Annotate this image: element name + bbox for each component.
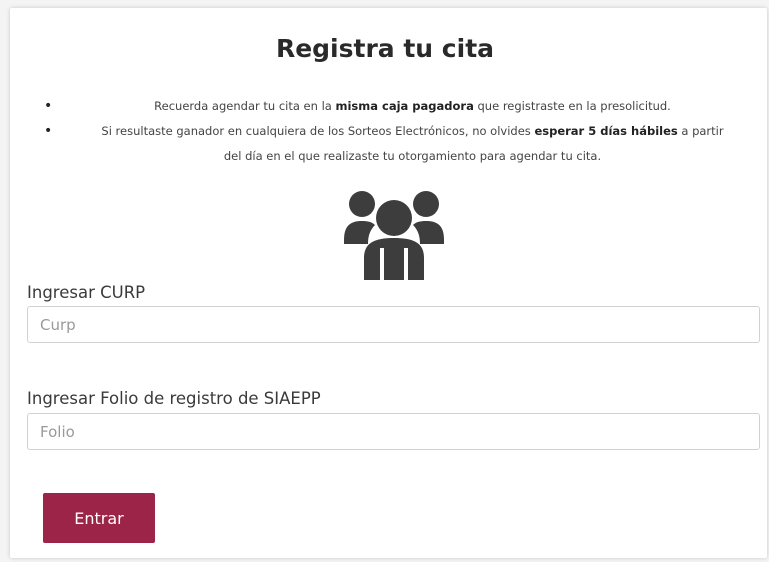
curp-input[interactable]	[27, 306, 760, 343]
page-title: Registra tu cita	[275, 34, 495, 63]
folio-input[interactable]	[27, 413, 760, 450]
folio-label: Ingresar Folio de registro de SIAEPP	[27, 389, 321, 408]
notice-text-bold: esperar 5 días hábiles	[534, 124, 678, 138]
notice-text-bold: misma caja pagadora	[335, 99, 474, 113]
notice-list: • Recuerda agendar tu cita en la misma c…	[40, 94, 740, 169]
bullet-dot: •	[44, 98, 53, 114]
notice-text-pre: Recuerda agendar tu cita en la	[154, 99, 336, 113]
notice-text-post: que registraste en la presolicitud.	[473, 99, 671, 113]
submit-button[interactable]: Entrar	[43, 493, 155, 543]
notice-text: Si resultaste ganador en cualquiera de l…	[93, 119, 733, 169]
notice-text: Recuerda agendar tu cita en la misma caj…	[93, 94, 733, 119]
notice-item: • Si resultaste ganador en cualquiera de…	[40, 119, 740, 169]
notice-item: • Recuerda agendar tu cita en la misma c…	[40, 94, 740, 119]
notice-text-pre: Si resultaste ganador en cualquiera de l…	[101, 124, 535, 138]
users-group-icon	[344, 191, 444, 280]
curp-label: Ingresar CURP	[27, 283, 146, 302]
bullet-dot: •	[44, 123, 53, 139]
